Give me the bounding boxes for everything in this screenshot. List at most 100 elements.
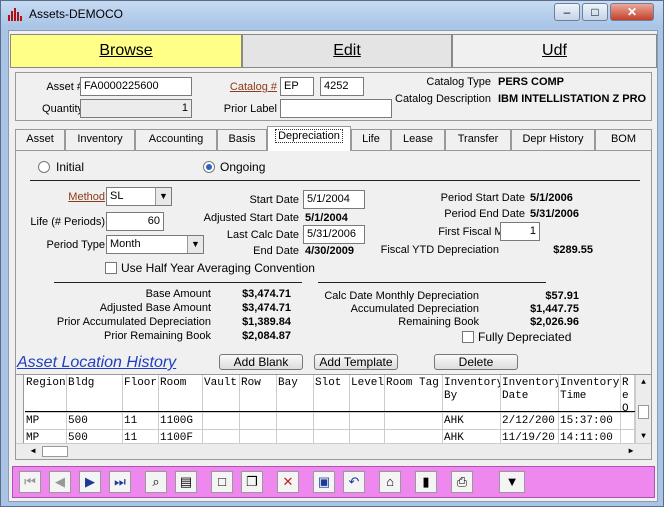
catalog-code-field[interactable]: EP xyxy=(280,77,314,96)
quantity-field[interactable]: 1 xyxy=(80,99,192,118)
new-document-icon[interactable]: □ xyxy=(211,471,233,493)
scroll-left-icon[interactable]: ◀ xyxy=(26,444,40,459)
cell-inventory-time[interactable]: 15:37:00 xyxy=(559,412,621,429)
tab-accounting[interactable]: Accounting xyxy=(135,129,217,150)
last-record-icon[interactable]: ⏭ xyxy=(109,471,131,493)
tab-life[interactable]: Life xyxy=(351,129,391,150)
next-record-icon[interactable]: ▶ xyxy=(79,471,101,493)
home-icon[interactable]: ⌂ xyxy=(379,471,401,493)
start-date-field[interactable]: 5/1/2004 xyxy=(303,190,365,209)
column-header[interactable]: Room xyxy=(159,375,203,412)
chevron-down-icon[interactable]: ▼ xyxy=(155,188,171,205)
previous-record-icon[interactable]: ◀ xyxy=(49,471,71,493)
copy-icon[interactable]: ❐ xyxy=(241,471,263,493)
asset-label: Asset # xyxy=(46,81,83,93)
add-blank-button[interactable]: Add Blank xyxy=(219,354,303,370)
close-button[interactable]: ✕ xyxy=(610,3,654,21)
minimize-button[interactable]: – xyxy=(554,3,580,21)
cell-floor[interactable]: 11 xyxy=(123,412,159,429)
maximize-button[interactable]: □ xyxy=(582,3,608,21)
initial-radio[interactable] xyxy=(38,161,50,173)
report-icon[interactable]: ▤ xyxy=(175,471,197,493)
undo-icon[interactable]: ↶ xyxy=(343,471,365,493)
fully-depreciated-checkbox[interactable] xyxy=(462,331,474,343)
dropdown-arrow-icon[interactable]: ▼ xyxy=(499,471,525,493)
tab-inventory[interactable]: Inventory xyxy=(65,129,135,150)
cell-inventory-date[interactable]: 2/12/200 xyxy=(501,412,559,429)
book-icon[interactable]: ▮ xyxy=(415,471,437,493)
client-area: Browse Edit Udf Asset # FA0000225600 Qua… xyxy=(8,30,658,502)
cell-bay[interactable] xyxy=(277,412,314,429)
prior-label-field[interactable] xyxy=(280,99,392,118)
catalog-number-field[interactable]: 4252 xyxy=(320,77,364,96)
ongoing-radio[interactable] xyxy=(203,161,215,173)
catalog-description-label: Catalog Description xyxy=(395,93,491,105)
tab-depr-history[interactable]: Depr History xyxy=(511,129,595,150)
cell-slot[interactable] xyxy=(314,412,350,429)
ongoing-label: Ongoing xyxy=(220,160,266,174)
adjusted-start-value: 5/1/2004 xyxy=(305,212,348,224)
half-year-checkbox[interactable] xyxy=(105,262,117,274)
cell-room[interactable]: 1100G xyxy=(159,412,203,429)
cell-level[interactable] xyxy=(350,412,385,429)
column-header[interactable]: Bay xyxy=(277,375,314,412)
cell-re[interactable] xyxy=(621,412,635,429)
prior-remaining-label: Prior Remaining Book xyxy=(104,330,211,342)
tab-lease[interactable]: Lease xyxy=(391,129,445,150)
delete-button[interactable]: Delete xyxy=(434,354,518,370)
cell-inventory-by[interactable]: AHK xyxy=(443,412,501,429)
tab-basis[interactable]: Basis xyxy=(217,129,267,150)
column-header[interactable]: Region xyxy=(25,375,67,412)
catalog-link[interactable]: Catalog # xyxy=(230,81,277,93)
quantity-label: Quantity xyxy=(42,103,83,115)
column-header[interactable]: Room Tag xyxy=(385,375,443,412)
last-calc-field[interactable]: 5/31/2006 xyxy=(303,225,365,244)
vertical-scrollbar[interactable]: ▲ ▼ xyxy=(635,375,651,444)
column-header[interactable]: Slot xyxy=(314,375,350,412)
cell-bldg[interactable]: 500 xyxy=(67,412,123,429)
asset-field[interactable]: FA0000225600 xyxy=(80,77,192,96)
method-select[interactable]: SL ▼ xyxy=(106,187,172,206)
tab-edit[interactable]: Edit xyxy=(242,34,452,68)
prior-accumulated-label: Prior Accumulated Depreciation xyxy=(56,316,211,328)
fully-depreciated-label: Fully Depreciated xyxy=(478,330,572,344)
scroll-thumb[interactable] xyxy=(638,405,649,419)
life-field[interactable]: 60 xyxy=(106,212,164,231)
scroll-thumb[interactable] xyxy=(42,446,68,457)
column-header[interactable]: Level xyxy=(350,375,385,412)
cell-vault[interactable] xyxy=(203,412,240,429)
first-fiscal-field[interactable]: 1 xyxy=(500,222,540,241)
add-template-button[interactable]: Add Template xyxy=(314,354,398,370)
column-header[interactable]: Re Or O xyxy=(621,375,635,412)
scroll-down-icon[interactable]: ▼ xyxy=(636,429,651,444)
save-icon[interactable]: ▣ xyxy=(313,471,335,493)
tab-asset[interactable]: Asset xyxy=(15,129,65,150)
first-record-icon[interactable]: ⏮ xyxy=(19,471,41,493)
horizontal-scrollbar[interactable]: ◀ ▶ xyxy=(16,443,651,459)
delete-icon[interactable]: ✕ xyxy=(277,471,299,493)
cell-region[interactable]: MP xyxy=(25,412,67,429)
column-header[interactable]: Bldg xyxy=(67,375,123,412)
column-header[interactable]: Vault xyxy=(203,375,240,412)
period-type-select[interactable]: Month ▼ xyxy=(106,235,204,254)
accumulated-label: Accumulated Depreciation xyxy=(350,303,479,315)
table-row[interactable]: MP 500 11 1100G AHK 2/12/200 15:37:00 xyxy=(16,412,636,429)
tab-transfer[interactable]: Transfer xyxy=(445,129,511,150)
cell-room-tag[interactable] xyxy=(385,412,443,429)
search-document-icon[interactable]: ⎙ xyxy=(451,471,473,493)
chevron-down-icon[interactable]: ▼ xyxy=(187,236,203,253)
scroll-up-icon[interactable]: ▲ xyxy=(636,375,651,390)
column-header[interactable]: Floor xyxy=(123,375,159,412)
tab-bom[interactable]: BOM xyxy=(595,129,652,150)
column-header[interactable]: Inventory Date xyxy=(501,375,559,412)
binoculars-icon[interactable]: ⌕ xyxy=(145,471,167,493)
tab-browse[interactable]: Browse xyxy=(10,34,242,68)
method-link[interactable]: Method xyxy=(68,191,105,203)
scroll-right-icon[interactable]: ▶ xyxy=(624,444,638,459)
tab-udf[interactable]: Udf xyxy=(452,34,657,68)
column-header[interactable]: Inventory Time xyxy=(559,375,621,412)
column-header[interactable]: Row xyxy=(240,375,277,412)
tab-depreciation[interactable]: Depreciation xyxy=(267,126,351,151)
column-header[interactable]: Inventory By xyxy=(443,375,501,412)
cell-row[interactable] xyxy=(240,412,277,429)
